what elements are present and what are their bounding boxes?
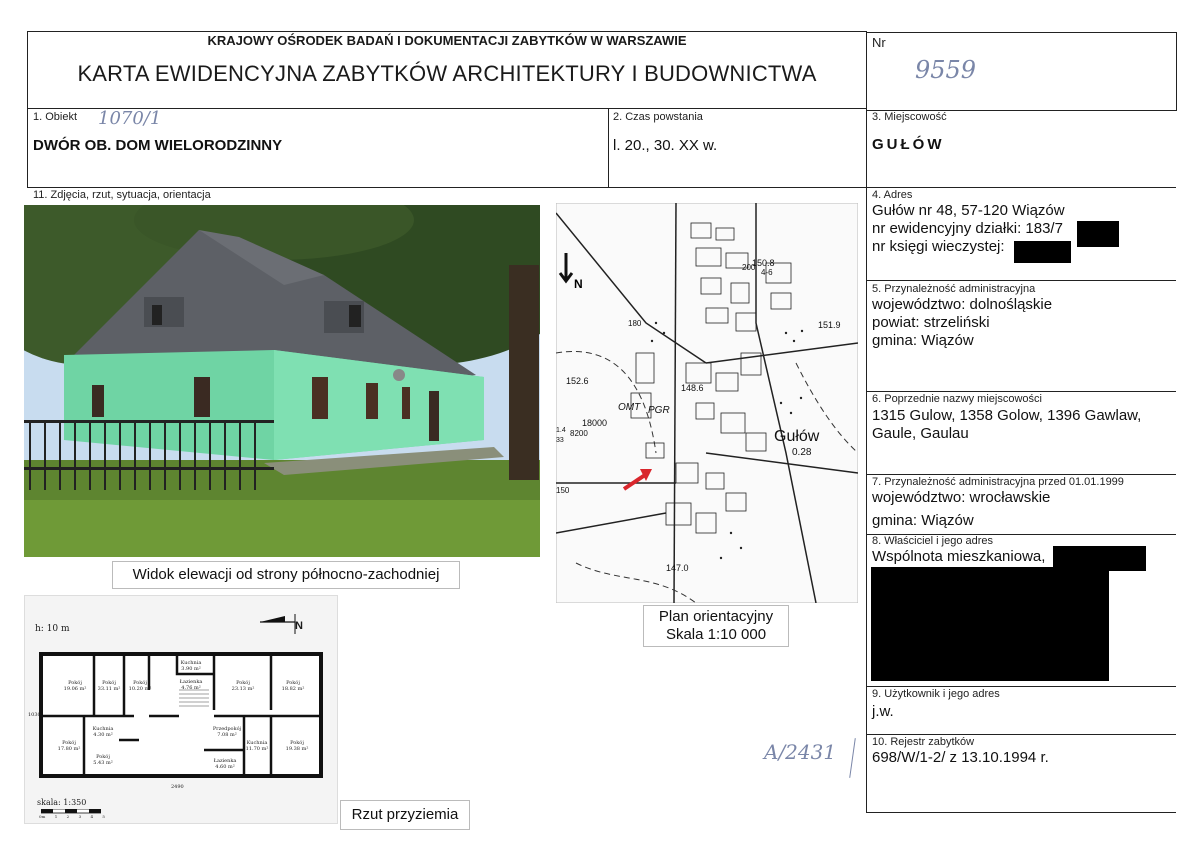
przynaleznosc-line3: gmina: Wiązów bbox=[872, 332, 974, 349]
room-label: Łazienka 4.76 m² bbox=[179, 679, 203, 691]
przynaleznosc-przed-line2: gmina: Wiązów bbox=[872, 512, 974, 529]
przynaleznosc-line1: województwo: dolnośląskie bbox=[872, 296, 1053, 313]
miejscowosc-label: 3. Miejscowość bbox=[872, 111, 947, 123]
floor-plan: h: 10 m N Pokój 19.06 m² Pokój 33.11 m² … bbox=[24, 595, 338, 824]
room-label: Pokój 19.38 m² bbox=[285, 740, 309, 752]
plan-north-arrow-icon bbox=[260, 614, 296, 634]
wlasciciel-label: 8. Właściciel i jego adres bbox=[872, 535, 994, 547]
rejestr-value: 698/W/1-2/ z 13.10.1994 r. bbox=[872, 749, 1049, 766]
nr-label: Nr bbox=[872, 35, 886, 50]
room-label: Pokój 23.13 m² bbox=[231, 680, 255, 692]
plan-height-label: h: 10 m bbox=[35, 624, 70, 634]
room-label: Kuchnia 4.30 m² bbox=[92, 726, 114, 738]
map-label: 0.28 bbox=[792, 447, 812, 458]
uzytkownik-value: j.w. bbox=[872, 703, 894, 720]
map-label: 33 bbox=[556, 437, 564, 444]
building-photo bbox=[24, 205, 540, 557]
scale-tick: 4 bbox=[90, 814, 94, 819]
map-label: 152.6 bbox=[566, 376, 589, 386]
plan-side-dimension: 1030 bbox=[28, 712, 41, 718]
przynaleznosc-label: 5. Przynależność administracyjna bbox=[872, 283, 1036, 295]
room-label: Kuchnia 11.70 m² bbox=[245, 740, 269, 752]
przynaleznosc-przed-label: 7. Przynależność administracyjna przed 0… bbox=[872, 476, 1124, 488]
wlasciciel-value: Wspólnota mieszkaniowa, bbox=[872, 548, 1046, 565]
map-label: 150 bbox=[556, 486, 570, 495]
map-label: 4-6 bbox=[761, 268, 773, 277]
adres-line3: nr księgi wieczystej: bbox=[872, 238, 1005, 255]
map-label: 200 bbox=[742, 263, 756, 272]
room-label: Pokój 19.06 m² bbox=[63, 680, 87, 692]
card-title: KARTA EWIDENCYJNA ZABYTKÓW ARCHITEKTURY … bbox=[77, 61, 817, 86]
scale-tick: 1 bbox=[54, 814, 58, 819]
photos-section-label: 11. Zdjęcia, rzut, sytuacja, orientacja bbox=[33, 189, 211, 201]
plan-caption: Rzut przyziemia bbox=[340, 800, 470, 830]
room-label: Kuchnia 3.90 m² bbox=[180, 660, 202, 672]
institution-name: KRAJOWY OŚRODEK BADAŃ I DOKUMENTACJI ZAB… bbox=[207, 33, 687, 48]
obiekt-handwritten-number: 1070/1 bbox=[98, 108, 162, 129]
plan-scale-label: skala: 1:350 bbox=[37, 798, 87, 807]
redaction-block bbox=[871, 567, 1109, 681]
przynaleznosc-przed-line1: województwo: wrocławskie bbox=[872, 489, 1051, 506]
poprzednie-label: 6. Poprzednie nazwy miejscowości bbox=[872, 393, 1042, 405]
room-label: Pokój 5.43 m² bbox=[93, 754, 113, 766]
room-label: Pokój 33.11 m² bbox=[97, 680, 121, 692]
plan-dimension: 2490 bbox=[171, 784, 184, 790]
map-label: 147.0 bbox=[666, 563, 689, 573]
orientation-map: N 150.8 200 4-6 151.9 180 152.6 148.6 OM… bbox=[556, 203, 858, 603]
map-caption: Plan orientacyjny Skala 1:10 000 bbox=[643, 605, 789, 647]
stamp-stroke bbox=[849, 738, 856, 778]
map-caption-scale: Skala 1:10 000 bbox=[665, 626, 767, 643]
handwritten-stamp: A/2431 bbox=[764, 740, 837, 764]
rejestr-label: 10. Rejestr zabytków bbox=[872, 736, 975, 748]
obiekt-value: DWÓR OB. DOM WIELORODZINNY bbox=[33, 137, 283, 154]
czas-label: 2. Czas powstania bbox=[613, 111, 703, 123]
plan-north-label: N bbox=[295, 620, 303, 632]
nr-handwritten-value: 9559 bbox=[915, 56, 977, 84]
room-label: Pokój 18.82 m² bbox=[281, 680, 305, 692]
map-label: 150.8 bbox=[752, 258, 775, 268]
scale-tick: 0m bbox=[39, 814, 46, 819]
scale-tick: 2 bbox=[66, 814, 70, 819]
map-label: 148.6 bbox=[681, 383, 704, 393]
map-label: 1.4 bbox=[556, 427, 566, 434]
czas-value: l. 20., 30. XX w. bbox=[613, 137, 718, 154]
room-label: Pokój 10.20 m² bbox=[128, 680, 152, 692]
map-label: 18000 bbox=[582, 418, 607, 428]
map-label: 151.9 bbox=[818, 320, 841, 330]
room-label: Łazienka 4.60 m² bbox=[213, 758, 237, 770]
obiekt-label: 1. Obiekt bbox=[33, 111, 78, 123]
adres-line1: Gułów nr 48, 57-120 Wiązów bbox=[872, 202, 1065, 219]
map-label: 180 bbox=[628, 319, 642, 328]
miejscowosc-value: GUŁÓW bbox=[872, 136, 945, 153]
uzytkownik-label: 9. Użytkownik i jego adres bbox=[872, 688, 1000, 700]
adres-label: 4. Adres bbox=[872, 189, 913, 201]
room-label: Przedpokój 7.08 m² bbox=[212, 726, 242, 738]
redaction-block bbox=[1077, 221, 1119, 247]
scale-tick: 3 bbox=[78, 814, 82, 819]
photo-caption: Widok elewacji od strony północno-zachod… bbox=[112, 561, 460, 589]
map-village-name: Gułów bbox=[774, 428, 820, 445]
adres-line2: nr ewidencyjny działki: 183/7 bbox=[872, 220, 1063, 237]
map-label: OMT bbox=[618, 402, 641, 413]
map-north-label: N bbox=[574, 277, 583, 291]
przynaleznosc-line2: powiat: strzeliński bbox=[872, 314, 990, 331]
poprzednie-line2: Gaule, Gaulau bbox=[872, 425, 969, 442]
map-label: PGR bbox=[648, 405, 670, 416]
redaction-block bbox=[1014, 241, 1071, 263]
plan-scale-ticks: 0m 1 2 3 4 5 bbox=[39, 814, 105, 819]
poprzednie-line1: 1315 Gulow, 1358 Golow, 1396 Gawlaw, bbox=[872, 407, 1142, 424]
map-label: 8200 bbox=[570, 429, 588, 438]
scale-tick: 5 bbox=[102, 814, 105, 819]
map-caption-title: Plan orientacyjny bbox=[658, 608, 774, 625]
room-label: Pokój 17.80 m² bbox=[57, 740, 81, 752]
